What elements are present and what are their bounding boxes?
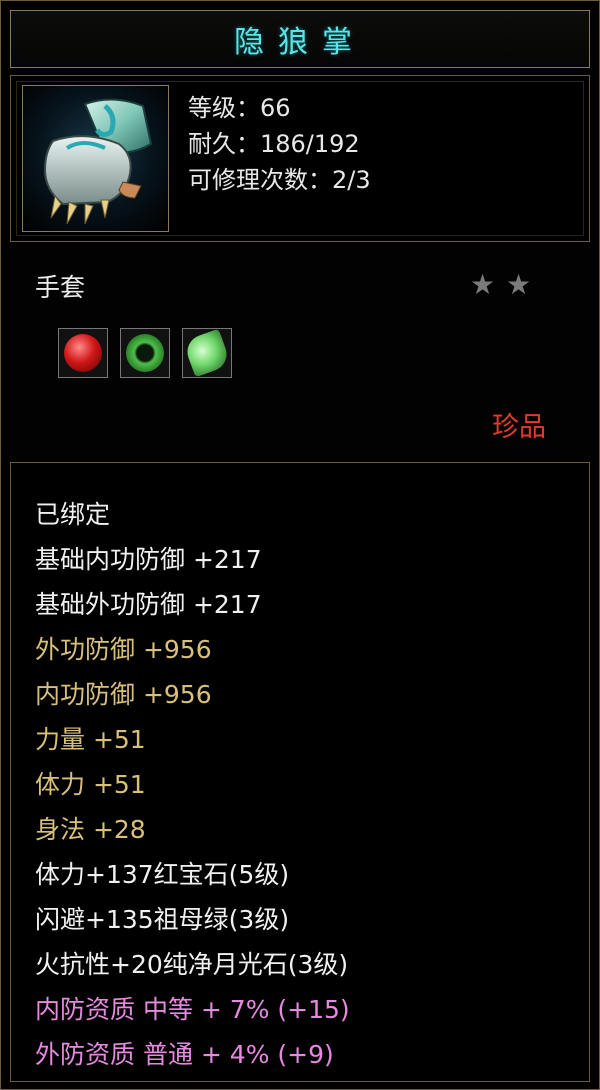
- star-icon: ★: [506, 268, 532, 301]
- attribute-line: 内功防御 +956: [35, 680, 212, 709]
- item-type: 手套: [35, 273, 86, 302]
- durability-stat: 耐久：186/192: [188, 130, 360, 158]
- attribute-line: 基础内功防御 +217: [35, 545, 262, 574]
- item-name: 隐狼掌: [234, 25, 366, 60]
- attribute-line: 身法 +28: [35, 815, 146, 844]
- rarity-label: 珍品: [492, 412, 546, 443]
- moonstone-gem-slot[interactable]: [182, 328, 232, 378]
- attribute-line: 闪避+135祖母绿(3级): [35, 905, 290, 934]
- repair-count-stat: 可修理次数：2/3: [188, 166, 371, 194]
- attribute-line: 力量 +51: [35, 725, 146, 754]
- level-stat: 等级：66: [188, 94, 291, 122]
- star-icon: ★: [470, 268, 496, 301]
- item-icon-frame: [22, 85, 169, 232]
- emerald-gem-icon: [126, 334, 164, 372]
- attribute-line: 基础外功防御 +217: [35, 590, 262, 619]
- title-bar: 隐狼掌: [10, 10, 590, 68]
- attribute-line: 已绑定: [35, 500, 111, 529]
- emerald-gem-slot[interactable]: [120, 328, 170, 378]
- attribute-line: 体力+137红宝石(5级): [35, 860, 290, 889]
- moonstone-gem-icon: [182, 328, 232, 378]
- attribute-line: 内防资质 中等 + 7% (+15): [35, 995, 350, 1024]
- attribute-line: 体力 +51: [35, 770, 146, 799]
- ruby-gem-slot[interactable]: [58, 328, 108, 378]
- gauntlet-icon: [43, 98, 153, 225]
- attribute-line: 外功防御 +956: [35, 635, 212, 664]
- attribute-line: 外防资质 普通 + 4% (+9): [35, 1040, 334, 1069]
- attribute-line: 火抗性+20纯净月光石(3级): [35, 950, 349, 979]
- ruby-gem-icon: [64, 334, 102, 372]
